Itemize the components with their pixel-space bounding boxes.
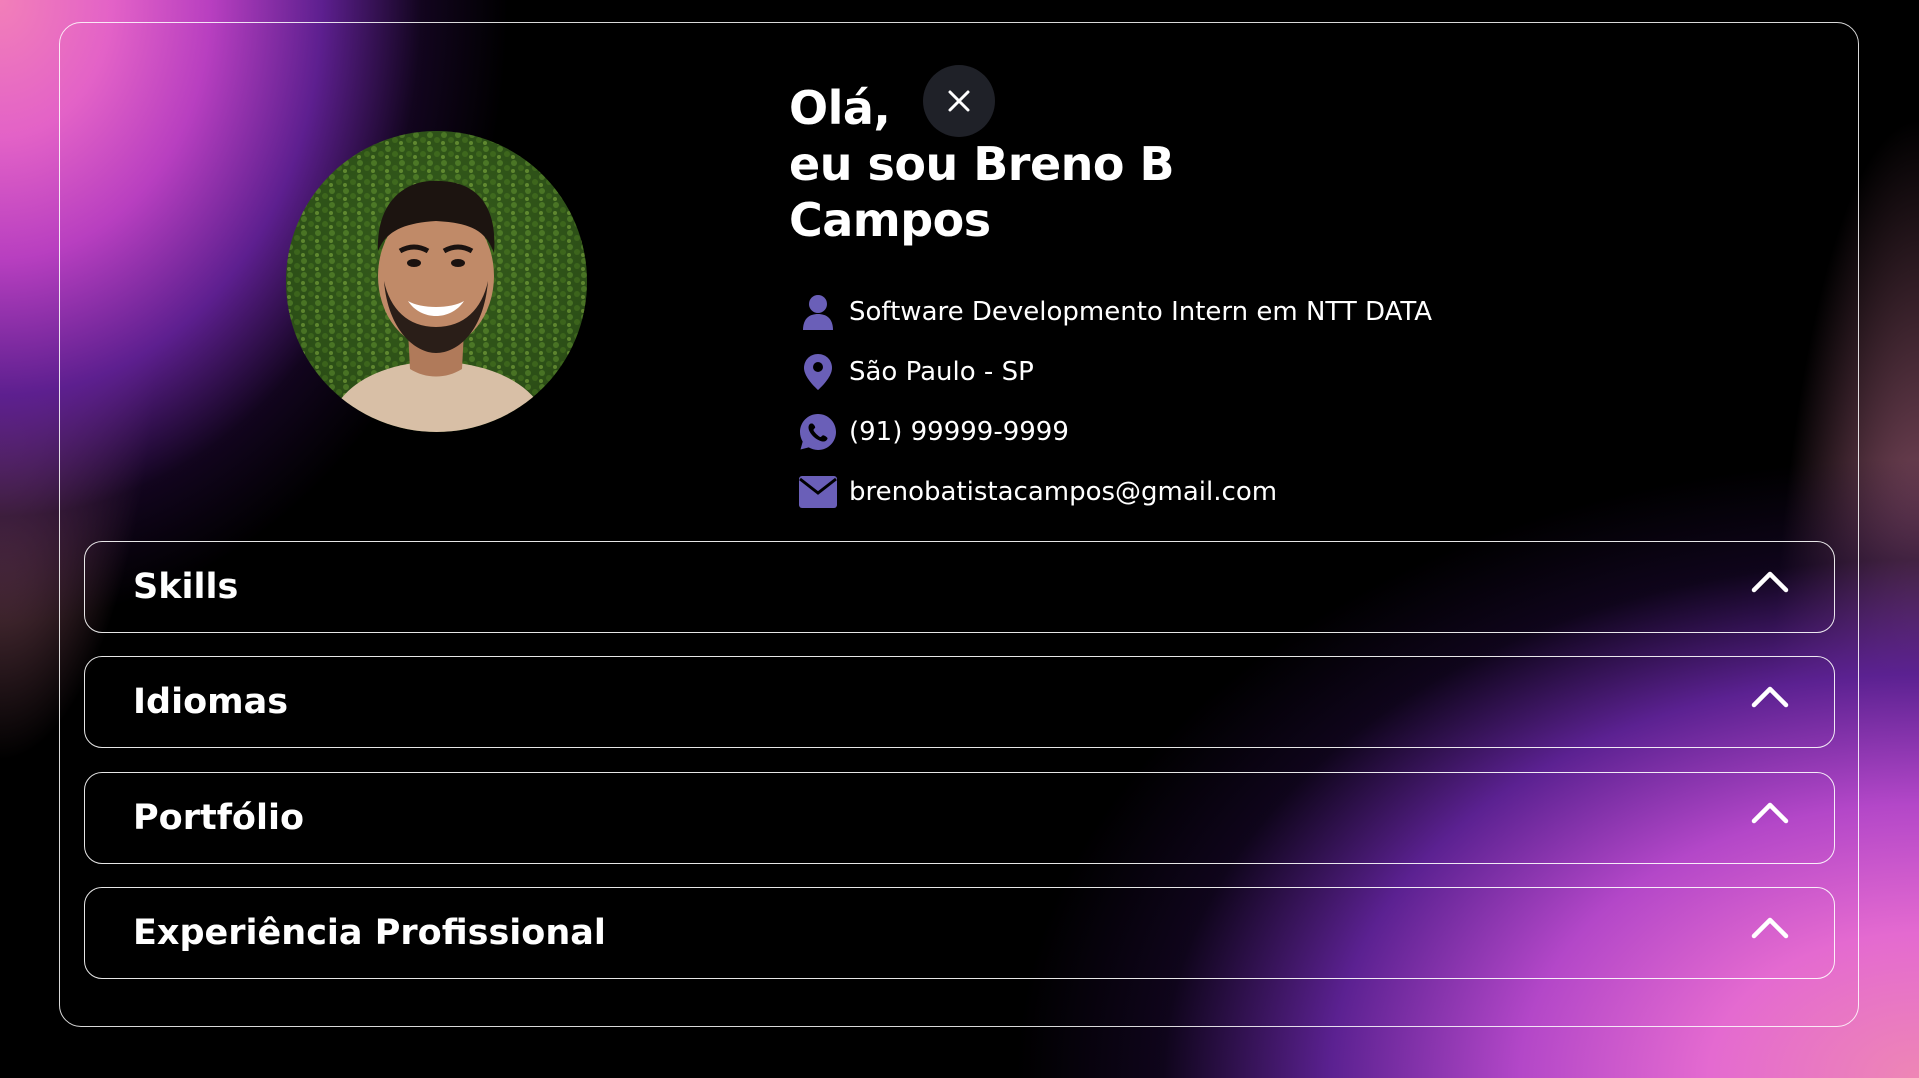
close-icon xyxy=(948,90,970,112)
contact-info: Software Developmento Intern em NTT DATA… xyxy=(798,282,1432,522)
role-text: Software Developmento Intern em NTT DATA xyxy=(849,297,1432,327)
chevron-up-icon[interactable] xyxy=(1750,792,1790,832)
accordion-title: Idiomas xyxy=(133,682,289,722)
chevron-up-icon[interactable] xyxy=(1750,561,1790,601)
info-email: brenobatistacampos@gmail.com xyxy=(798,462,1432,522)
accordion-title: Skills xyxy=(133,567,239,607)
accordion-portfolio[interactable]: Portfólio xyxy=(84,772,1835,864)
chevron-up-icon[interactable] xyxy=(1750,907,1790,947)
accordion-title: Experiência Profissional xyxy=(133,913,606,953)
greeting-line-2: eu sou Breno B xyxy=(789,137,1175,191)
whatsapp-icon xyxy=(798,412,838,452)
greeting-line-3: Campos xyxy=(789,193,991,247)
chevron-up-icon[interactable] xyxy=(1750,676,1790,716)
close-button[interactable] xyxy=(923,65,995,137)
phone-text: (91) 99999-9999 xyxy=(849,417,1069,447)
greeting-line-1: Olá, xyxy=(789,81,891,135)
email-text: brenobatistacampos@gmail.com xyxy=(849,477,1278,507)
mail-icon xyxy=(798,472,838,512)
location-text: São Paulo - SP xyxy=(849,357,1034,387)
info-location: São Paulo - SP xyxy=(798,342,1432,402)
accordion-skills[interactable]: Skills xyxy=(84,541,1835,633)
greeting-heading: Olá, eu sou Breno B Campos xyxy=(789,80,1249,248)
location-pin-icon xyxy=(798,352,838,392)
accordion-experiencia[interactable]: Experiência Profissional xyxy=(84,887,1835,979)
info-phone: (91) 99999-9999 xyxy=(798,402,1432,462)
accordion-idiomas[interactable]: Idiomas xyxy=(84,656,1835,748)
user-icon xyxy=(798,292,838,332)
profile-photo xyxy=(286,131,587,432)
info-role: Software Developmento Intern em NTT DATA xyxy=(798,282,1432,342)
accordion-title: Portfólio xyxy=(133,798,305,838)
avatar xyxy=(286,131,587,432)
